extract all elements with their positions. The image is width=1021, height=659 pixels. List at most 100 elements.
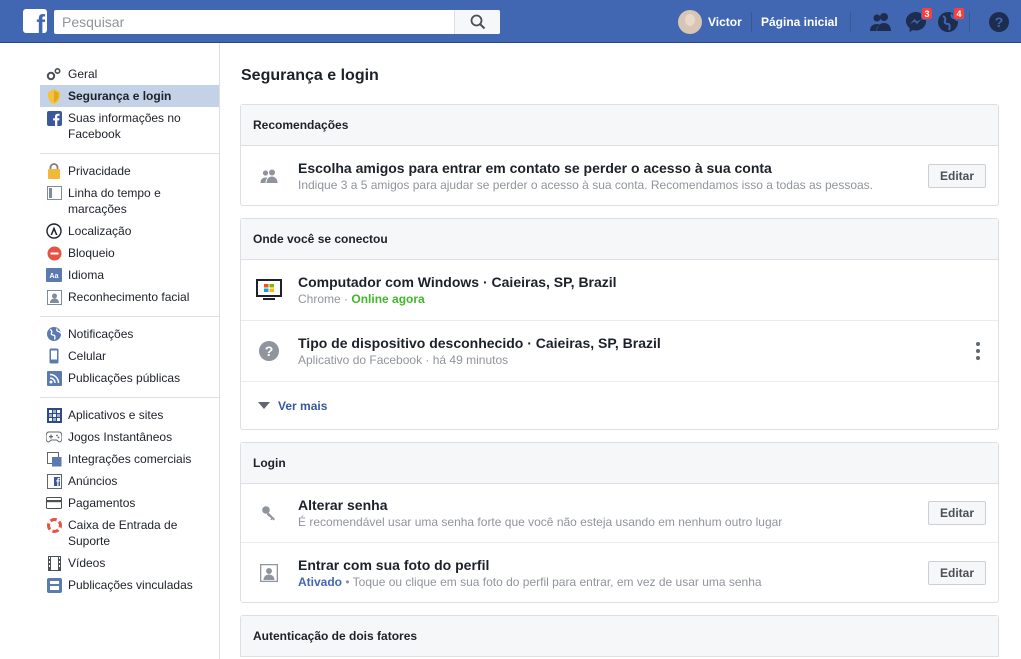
search-box bbox=[54, 10, 500, 34]
sidebar-item-label: Segurança e login bbox=[68, 89, 172, 103]
sidebar-item-payments[interactable]: Pagamentos bbox=[40, 492, 219, 514]
sidebar-group: Notificações Celular Publicações pública… bbox=[40, 317, 219, 398]
sidebar-item-label: Celular bbox=[68, 349, 107, 363]
messages-badge: 3 bbox=[921, 7, 933, 20]
ads-icon bbox=[46, 473, 62, 489]
row-title: Escolha amigos para entrar em contato se… bbox=[298, 159, 772, 176]
sidebar-item-label: Bloqueio bbox=[68, 246, 115, 260]
sidebar-item-apps-websites[interactable]: Aplicativos e sites bbox=[40, 404, 219, 426]
main-content: Segurança e login Recomendações Escolha … bbox=[240, 43, 999, 659]
edit-profile-photo-login-button[interactable]: Editar bbox=[927, 560, 986, 585]
face-icon bbox=[46, 289, 62, 305]
integrations-icon bbox=[46, 451, 62, 467]
avatar[interactable] bbox=[678, 9, 702, 34]
sidebar-item-label: Geral bbox=[68, 67, 98, 81]
sidebar-item-label: Notificações bbox=[68, 327, 134, 341]
session-app: Aplicativo do Facebook bbox=[298, 353, 423, 367]
home-link[interactable]: Página inicial bbox=[761, 15, 838, 29]
row-text: Entrar com sua foto do perfil Ativado • … bbox=[298, 556, 928, 590]
chevron-down-icon bbox=[258, 402, 270, 409]
session-row[interactable]: Computador com Windows · Caieiras, SP, B… bbox=[241, 260, 998, 321]
sidebar-item-face-recognition[interactable]: Reconhecimento facial bbox=[40, 286, 219, 308]
more-options-icon[interactable] bbox=[970, 339, 986, 363]
gears-icon bbox=[46, 66, 62, 82]
recommendations-panel: Recomendações Escolha amigos para entrar… bbox=[240, 104, 999, 206]
sidebar-divider bbox=[219, 43, 220, 659]
search-button[interactable] bbox=[454, 10, 500, 34]
sidebar-item-timeline-tagging[interactable]: Linha do tempo e marcações bbox=[40, 182, 219, 220]
session-status: Online agora bbox=[351, 292, 425, 306]
svg-text:?: ? bbox=[265, 343, 274, 359]
panel-heading: Recomendações bbox=[241, 105, 998, 146]
sidebar-item-ads[interactable]: Anúncios bbox=[40, 470, 219, 492]
session-title: Tipo de dispositivo desconhecido · Caiei… bbox=[298, 335, 661, 351]
sidebar-item-videos[interactable]: Vídeos bbox=[40, 552, 219, 574]
nav-right: Victor Página inicial 3 4 ? bbox=[676, 0, 1009, 43]
session-row[interactable]: ? Tipo de dispositivo desconhecido · Cai… bbox=[241, 321, 998, 382]
row-subtitle: Indique 3 a 5 amigos para ajudar se perd… bbox=[298, 177, 874, 192]
sidebar-item-security-login[interactable]: Segurança e login bbox=[40, 85, 219, 107]
sidebar-item-label: Pagamentos bbox=[68, 496, 136, 510]
sidebar-item-business-integrations[interactable]: Integrações comerciais bbox=[40, 448, 219, 470]
edit-button[interactable]: Editar bbox=[927, 163, 986, 188]
rss-icon bbox=[46, 370, 62, 386]
sidebar-item-location[interactable]: Localização bbox=[40, 220, 219, 242]
sidebar-item-label: Localização bbox=[68, 224, 132, 238]
help-button[interactable]: ? bbox=[987, 10, 1011, 34]
search-icon bbox=[470, 14, 485, 30]
sidebar-item-linked-publications[interactable]: Publicações vinculadas bbox=[40, 574, 219, 596]
sidebar-item-privacy[interactable]: Privacidade bbox=[40, 160, 219, 182]
sidebar-item-instant-games[interactable]: Jogos Instantâneos bbox=[40, 426, 219, 448]
login-panel: Login Alterar senha É recomendável usar … bbox=[240, 442, 999, 603]
sidebar-item-language[interactable]: Aa Idioma bbox=[40, 264, 219, 286]
svg-text:?: ? bbox=[995, 14, 1004, 30]
sidebar-item-public-posts[interactable]: Publicações públicas bbox=[40, 367, 219, 389]
panel-heading: Autenticação de dois fatores bbox=[241, 616, 998, 657]
lock-icon bbox=[46, 163, 62, 179]
gamepad-icon bbox=[46, 429, 62, 445]
search-input[interactable] bbox=[54, 10, 454, 34]
sidebar-item-your-facebook-info[interactable]: Suas informações no Facebook bbox=[40, 107, 219, 145]
row-title: Alterar senha bbox=[298, 497, 388, 513]
linked-posts-icon bbox=[46, 577, 62, 593]
windows-computer-icon bbox=[255, 276, 283, 304]
sidebar-item-label: Vídeos bbox=[68, 556, 106, 570]
profile-name-link[interactable]: Victor bbox=[708, 15, 742, 29]
row-subtitle: Ativado • Toque ou clique em sua foto do… bbox=[298, 574, 928, 590]
language-icon: Aa bbox=[46, 267, 62, 283]
sidebar-item-support-inbox[interactable]: Caixa de Entrada de Suporte bbox=[40, 514, 219, 552]
row-text: Alterar senha É recomendável usar uma se… bbox=[298, 496, 928, 530]
change-password-row: Alterar senha É recomendável usar uma se… bbox=[241, 484, 998, 543]
sidebar-item-label: Publicações públicas bbox=[68, 371, 181, 385]
sidebar-item-label: Privacidade bbox=[68, 164, 131, 178]
notifications-button[interactable]: 4 bbox=[936, 7, 965, 34]
edit-password-button[interactable]: Editar bbox=[927, 501, 986, 525]
status-label: Ativado bbox=[298, 574, 343, 589]
sidebar-item-label: Linha do tempo e marcações bbox=[68, 186, 161, 216]
svg-text:Aa: Aa bbox=[50, 273, 59, 280]
trusted-contacts-row: Escolha amigos para entrar em contato se… bbox=[241, 146, 998, 205]
sidebar-item-mobile[interactable]: Celular bbox=[40, 345, 219, 367]
sidebar-item-label: Idioma bbox=[68, 268, 105, 282]
panel-heading: Onde você se conectou bbox=[241, 219, 998, 260]
friend-requests-button[interactable] bbox=[869, 10, 893, 34]
profile-photo-login-row: Entrar com sua foto do perfil Ativado • … bbox=[241, 543, 998, 602]
messages-button[interactable]: 3 bbox=[904, 7, 933, 34]
timeline-icon bbox=[46, 185, 62, 201]
separator: · bbox=[422, 353, 433, 367]
nav-divider bbox=[751, 12, 752, 32]
sidebar-item-blocking[interactable]: Bloqueio bbox=[40, 242, 219, 264]
session-title: Computador com Windows · Caieiras, SP, B… bbox=[298, 274, 617, 290]
sidebar-item-label: Anúncios bbox=[68, 474, 118, 488]
row-text: Computador com Windows · Caieiras, SP, B… bbox=[298, 273, 986, 307]
key-icon bbox=[255, 499, 283, 527]
facebook-logo-icon[interactable]: f bbox=[23, 9, 47, 33]
block-icon bbox=[46, 245, 62, 261]
facebook-icon bbox=[46, 110, 62, 126]
see-more-link[interactable]: Ver mais bbox=[241, 382, 998, 429]
sidebar-item-label: Publicações vinculadas bbox=[68, 578, 193, 592]
sidebar-group: Aplicativos e sites Jogos Instantâneos I… bbox=[40, 398, 219, 604]
sidebar-item-general[interactable]: Geral bbox=[40, 63, 219, 85]
friends-icon bbox=[870, 13, 891, 31]
sidebar-item-notifications[interactable]: Notificações bbox=[40, 323, 219, 345]
